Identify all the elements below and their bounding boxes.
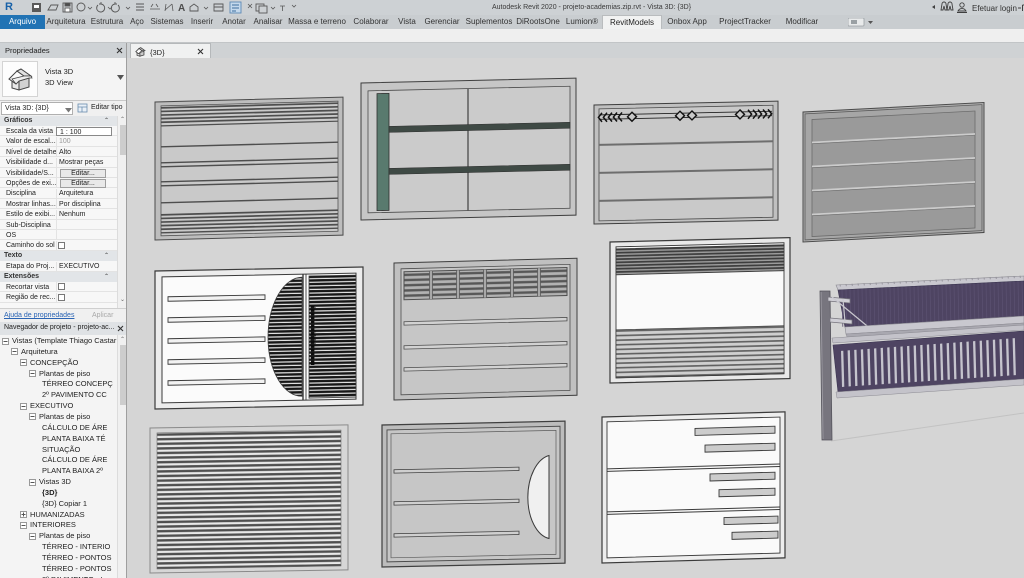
svg-text:A: A bbox=[178, 3, 185, 14]
svg-text:Efetuar login: Efetuar login bbox=[972, 4, 1017, 13]
